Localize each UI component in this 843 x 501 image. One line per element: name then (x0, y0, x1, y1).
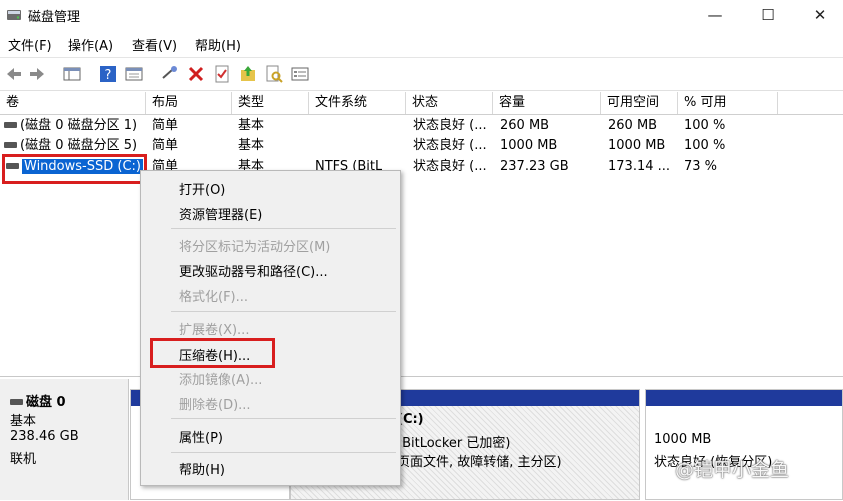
menu-separator (171, 418, 396, 419)
watermark: @铠甲小金鱼 (675, 459, 790, 481)
percent-free-cell: 100 % (684, 118, 726, 133)
menu-separator (171, 452, 396, 453)
status-cell: 状态良好 (... (413, 118, 487, 133)
window-title: 磁盘管理 (28, 10, 81, 25)
type-cell: 基本 (238, 118, 265, 133)
percent-free-cell: 100 % (684, 138, 726, 153)
import-folder-icon[interactable] (238, 64, 258, 84)
list-view-icon[interactable] (290, 64, 310, 84)
menu-help[interactable]: 帮助(H) (195, 35, 241, 54)
forward-arrow-icon[interactable] (27, 64, 47, 84)
volume-name: (磁盘 0 磁盘分区 1) (20, 118, 138, 133)
maximize-button[interactable]: ☐ (745, 0, 791, 30)
disk-type: 基本 (10, 414, 37, 429)
capacity-cell: 1000 MB (500, 138, 558, 153)
menu-help[interactable]: 帮助(H) (179, 459, 225, 478)
menu-format: 格式化(F)... (179, 290, 249, 305)
table-row[interactable]: (磁盘 0 磁盘分区 1) 简单 基本 状态良好 (... 260 MB 260… (0, 116, 843, 136)
recovery-size: 1000 MB (654, 432, 712, 447)
menu-change-drive-letter[interactable]: 更改驱动器号和路径(C)... (179, 261, 328, 280)
column-file-system[interactable]: 文件系统 (309, 92, 406, 114)
free-space-cell: 173.14 ... (608, 159, 671, 174)
minimize-button[interactable]: — (692, 0, 738, 30)
highlight-box (150, 338, 275, 368)
menu-open[interactable]: 打开(O) (179, 179, 225, 198)
layout-cell: 简单 (152, 138, 179, 153)
check-document-icon[interactable] (212, 64, 232, 84)
connect-icon[interactable] (160, 64, 180, 84)
column-layout[interactable]: 布局 (146, 92, 232, 114)
table-row[interactable]: (磁盘 0 磁盘分区 5) 简单 基本 状态良好 (... 1000 MB 10… (0, 136, 843, 156)
status-cell: 状态良好 (... (413, 159, 487, 174)
column-volume[interactable]: 卷 (0, 92, 146, 114)
disk-info-panel[interactable]: 磁盘 0 基本 238.46 GB 联机 (0, 379, 129, 500)
properties-view-icon[interactable] (124, 64, 144, 84)
menu-mark-active: 将分区标记为活动分区(M) (179, 240, 331, 255)
menu-add-mirror: 添加镜像(A)... (179, 373, 263, 388)
disk-management-app-icon (7, 10, 21, 20)
volume-icon (4, 121, 17, 128)
console-tree-icon[interactable] (62, 64, 82, 84)
menu-bar: 文件(F) 操作(A) 查看(V) 帮助(H) (0, 30, 843, 56)
close-button[interactable]: ✕ (797, 0, 843, 30)
disk-icon (10, 398, 23, 405)
context-menu: 打开(O) 资源管理器(E) 将分区标记为活动分区(M) 更改驱动器号和路径(C… (140, 170, 401, 486)
search-document-icon[interactable] (264, 64, 284, 84)
capacity-cell: 237.23 GB (500, 159, 569, 174)
highlight-box (2, 154, 147, 184)
menu-view[interactable]: 查看(V) (132, 35, 177, 54)
layout-cell: 简单 (152, 118, 179, 133)
status-cell: 状态良好 (... (413, 138, 487, 153)
menu-delete-volume: 删除卷(D)... (179, 398, 251, 413)
toolbar: ? (0, 57, 843, 91)
menu-file[interactable]: 文件(F) (8, 35, 52, 54)
free-space-cell: 1000 MB (608, 138, 666, 153)
free-space-cell: 260 MB (608, 118, 658, 133)
column-percent-free[interactable]: % 可用 (678, 92, 778, 114)
partition-c-status: 页面文件, 故障转储, 主分区) (397, 455, 562, 470)
type-cell: 基本 (238, 138, 265, 153)
menu-extend-volume: 扩展卷(X)... (179, 323, 250, 338)
help-icon[interactable]: ? (98, 64, 118, 84)
partition-recovery[interactable]: 1000 MB 状态良好 (恢复分区) (645, 389, 843, 500)
volume-name: (磁盘 0 磁盘分区 5) (20, 138, 138, 153)
menu-explorer[interactable]: 资源管理器(E) (179, 204, 262, 223)
partition-bar (646, 390, 842, 406)
volume-icon (4, 141, 17, 148)
disk-size: 238.46 GB (10, 429, 79, 444)
delete-icon[interactable] (186, 64, 206, 84)
percent-free-cell: 73 % (684, 159, 718, 174)
partition-c-encryption: (BitLocker 已加密) (397, 436, 511, 451)
back-arrow-icon[interactable] (4, 64, 24, 84)
capacity-cell: 260 MB (500, 118, 550, 133)
column-type[interactable]: 类型 (232, 92, 309, 114)
menu-action[interactable]: 操作(A) (68, 35, 113, 54)
volume-table-header: 卷 布局 类型 文件系统 状态 容量 可用空间 % 可用 (0, 92, 843, 115)
menu-properties[interactable]: 属性(P) (179, 427, 223, 446)
menu-separator (171, 228, 396, 229)
column-capacity[interactable]: 容量 (493, 92, 601, 114)
menu-separator (171, 311, 396, 312)
disk-status: 联机 (10, 452, 37, 467)
disk-name: 磁盘 0 (26, 395, 66, 410)
column-status[interactable]: 状态 (406, 92, 493, 114)
svg-text:?: ? (105, 68, 112, 83)
column-free-space[interactable]: 可用空间 (601, 92, 678, 114)
